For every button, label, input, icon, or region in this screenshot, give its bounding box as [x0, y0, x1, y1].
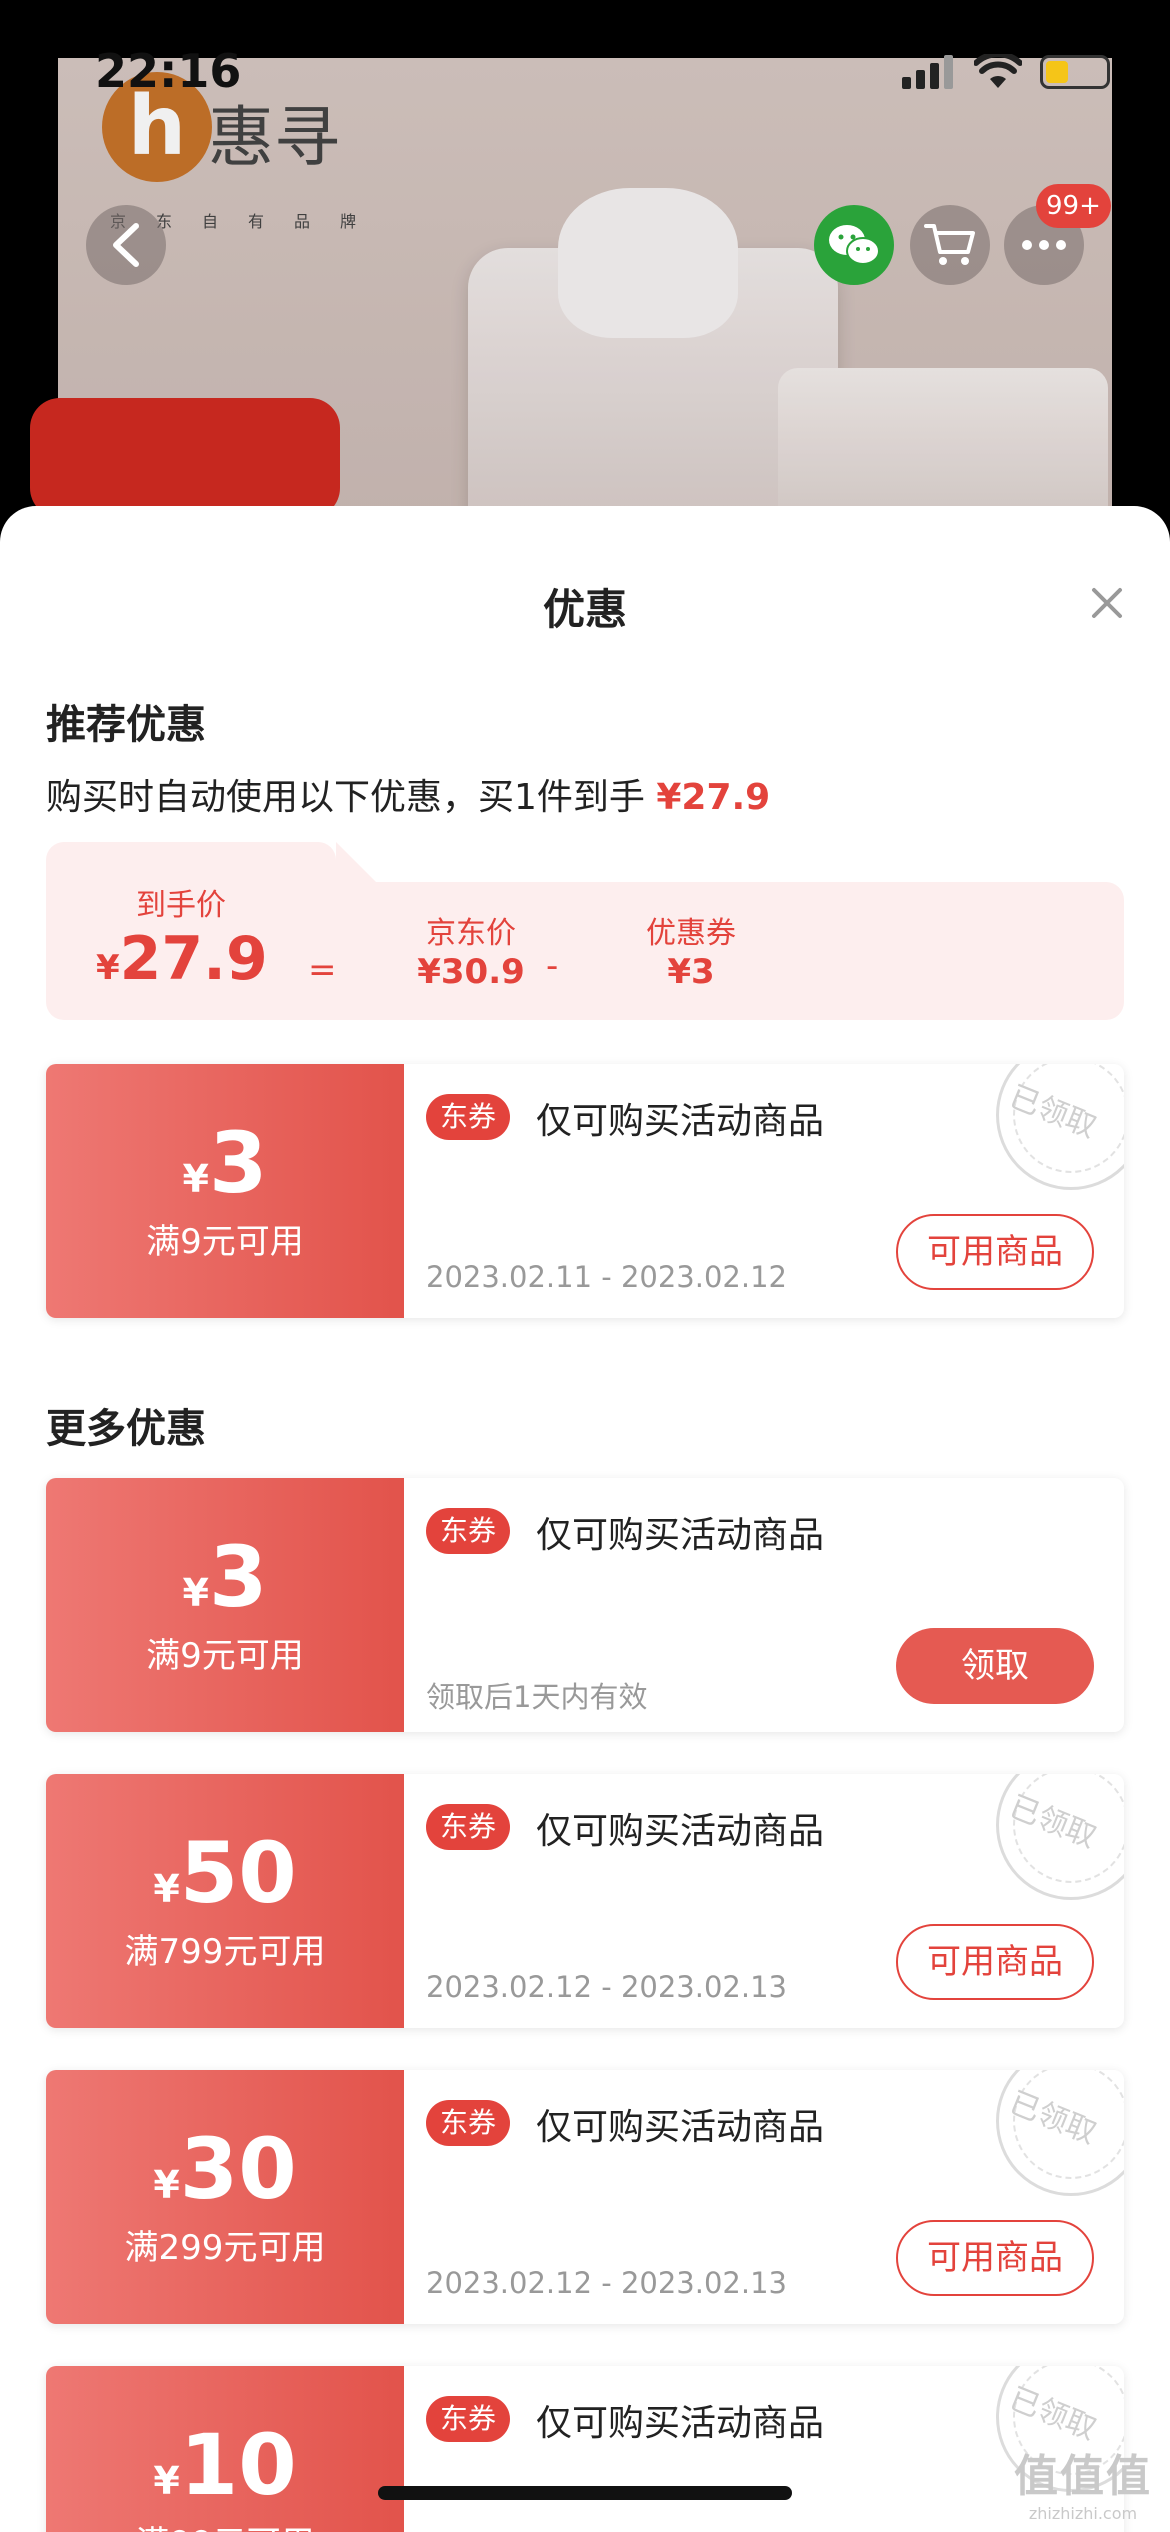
- coupon-description: 仅可购买活动商品: [536, 1515, 825, 1556]
- coupon-discount-label: 优惠券: [646, 916, 736, 951]
- coupon-validity: 领取后1天内有效: [426, 1680, 648, 1714]
- coupon-description: 仅可购买活动商品: [536, 1101, 825, 1142]
- discount-sheet: 优惠 推荐优惠 购买时自动使用以下优惠，买1件到手 ¥27.9 到手价 ¥27.…: [0, 506, 1170, 2532]
- product-page-background: h 惠寻 京东自有品牌 22:16 99+: [0, 0, 1170, 560]
- coupon-discount-value: ¥3: [667, 952, 715, 992]
- jd-price-value: ¥30.9: [417, 952, 525, 992]
- claimed-stamp-text: 已领取: [1004, 2085, 1101, 2152]
- coupon-date: 2023.02.11 - 2023.02.12: [426, 1260, 787, 1294]
- claimed-stamp-text: 已领取: [1004, 2381, 1101, 2448]
- coupon-yen: ¥: [153, 1867, 180, 1911]
- coupon-condition: 满299元可用: [124, 2228, 326, 2268]
- coupon-date: 2023.02.12 - 2023.02.13: [426, 2266, 787, 2300]
- recommend-title: 推荐优惠: [46, 702, 206, 748]
- coupon-condition: 满9元可用: [146, 1636, 304, 1676]
- final-price: 到手价 ¥27.9: [96, 880, 268, 994]
- recommend-description: 购买时自动使用以下优惠，买1件到手 ¥27.9: [46, 768, 770, 820]
- coupon-yen: ¥: [182, 1571, 209, 1615]
- status-time: 22:16: [95, 44, 242, 98]
- watermark-logo: 值值值: [1014, 2451, 1152, 2502]
- coupon-card: ¥30 满299元可用 东券 仅可购买活动商品 2023.02.12 - 202…: [46, 2070, 1124, 2324]
- coupon-date: 2023.02.12 - 2023.02.13: [426, 1970, 787, 2004]
- coupon-card: ¥10 满99元可用 东券 仅可购买活动商品 已领取: [46, 2366, 1124, 2532]
- coupon-tag: 东券: [426, 1804, 511, 1850]
- signal-icon: [902, 55, 953, 89]
- coupon-description: 仅可购买活动商品: [536, 1811, 825, 1852]
- claimed-stamp: 已领取: [996, 2070, 1124, 2196]
- final-price-yen: ¥: [96, 948, 120, 988]
- final-price-value: 27.9: [119, 924, 268, 994]
- sheet-title: 优惠: [542, 585, 627, 634]
- cart-button[interactable]: [910, 205, 990, 285]
- promo-banner: [30, 398, 340, 518]
- coupon-yen: ¥: [182, 1157, 209, 1201]
- coupon-amount: 3: [209, 1528, 268, 1626]
- coupon-discount: 优惠券 ¥3: [606, 908, 776, 992]
- coupon-value-panel: ¥3 满9元可用: [46, 1064, 404, 1318]
- coupon-amount: 3: [209, 1114, 268, 1212]
- watermark: 值值值 zhizhizhi.com: [1008, 2440, 1158, 2523]
- recommend-desc-price: ¥27.9: [656, 777, 771, 818]
- coupon-description: 仅可购买活动商品: [536, 2107, 825, 2148]
- view-products-button[interactable]: 可用商品: [896, 1214, 1094, 1290]
- coupon-tag: 东券: [426, 2100, 511, 2146]
- claim-button[interactable]: 领取: [896, 1628, 1094, 1704]
- coupon-card: ¥3 满9元可用 东券 仅可购买活动商品 2023.02.11 - 2023.0…: [46, 1064, 1124, 1318]
- claimed-stamp-text: 已领取: [1004, 1079, 1101, 1146]
- coupon-amount: 50: [179, 1824, 297, 1922]
- coupon-yen: ¥: [153, 2163, 180, 2207]
- back-button[interactable]: [86, 205, 166, 285]
- close-button[interactable]: [1082, 578, 1132, 628]
- minus-sign: -: [546, 946, 559, 986]
- coupon-value-panel: ¥3 满9元可用: [46, 1478, 404, 1732]
- view-products-button[interactable]: 可用商品: [896, 2220, 1094, 2296]
- cart-icon: [924, 224, 975, 265]
- coupon-amount: 30: [179, 2120, 297, 2218]
- coupon-yen: ¥: [153, 2459, 180, 2503]
- watermark-url: zhizhizhi.com: [1028, 2504, 1138, 2523]
- coupon-tag: 东券: [426, 1094, 511, 1140]
- view-products-button[interactable]: 可用商品: [896, 1924, 1094, 2000]
- wifi-icon: [974, 54, 1022, 88]
- wechat-icon: [829, 225, 880, 265]
- final-price-label: 到手价: [136, 888, 226, 923]
- home-indicator[interactable]: [378, 2486, 792, 2500]
- price-breakdown: 到手价 ¥27.9 = 京东价 ¥30.9 - 优惠券 ¥3: [46, 842, 1124, 1020]
- coupon-condition: 满99元可用: [46, 2516, 404, 2532]
- coupon-tag: 东券: [426, 1508, 511, 1554]
- claimed-stamp: 已领取: [996, 1064, 1124, 1190]
- coupon-tag: 东券: [426, 2396, 511, 2442]
- chevron-left-icon: [113, 223, 139, 267]
- cart-badge: 99+: [1036, 184, 1111, 228]
- battery-icon: [1040, 55, 1110, 89]
- equals-sign: =: [308, 950, 337, 990]
- coupon-condition: 满9元可用: [146, 1222, 304, 1262]
- coupon-amount: 10: [179, 2416, 297, 2514]
- coupon-value-panel: ¥30 满299元可用: [46, 2070, 404, 2324]
- recommend-desc-text: 购买时自动使用以下优惠，买1件到手: [46, 777, 645, 818]
- claimed-stamp: 已领取: [996, 1774, 1124, 1900]
- coupon-value-panel: ¥50 满799元可用: [46, 1774, 404, 2028]
- jd-price: 京东价 ¥30.9: [386, 908, 556, 992]
- coupon-description: 仅可购买活动商品: [536, 2403, 825, 2444]
- wechat-share-button[interactable]: [814, 205, 894, 285]
- coupon-value-panel: ¥10 满99元可用: [46, 2366, 404, 2532]
- coupon-card: ¥50 满799元可用 东券 仅可购买活动商品 2023.02.12 - 202…: [46, 1774, 1124, 2028]
- coupon-condition: 满799元可用: [124, 1932, 326, 1972]
- coupon-card: ¥3 满9元可用 东券 仅可购买活动商品 领取后1天内有效 领取: [46, 1478, 1124, 1732]
- status-icons: [902, 54, 1110, 90]
- jd-price-label: 京东价: [426, 916, 516, 951]
- close-icon: [1092, 588, 1122, 618]
- more-offers-title: 更多优惠: [46, 1406, 206, 1452]
- more-dots-icon: [1022, 240, 1066, 250]
- claimed-stamp-text: 已领取: [1004, 1789, 1101, 1856]
